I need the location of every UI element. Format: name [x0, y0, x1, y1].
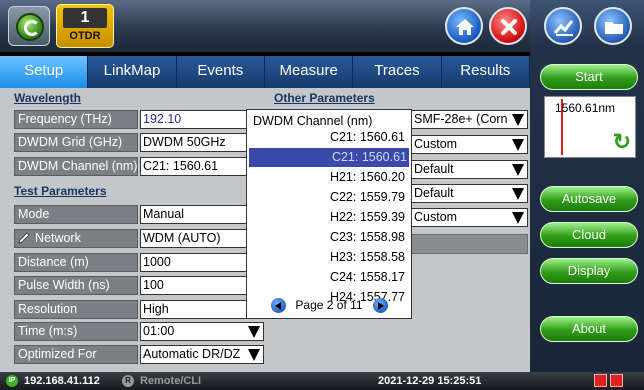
- right-sidebar: Start 1560.61nm ↻ Autosave Cloud Display…: [530, 0, 644, 372]
- dwdm-grid-label: DWDM Grid (GHz): [14, 133, 138, 152]
- dropdown-arrow-icon: [512, 212, 524, 224]
- tab-bar: Setup LinkMap Events Measure Traces Resu…: [0, 56, 530, 88]
- remote-status: Remote/CLI: [140, 375, 202, 387]
- popup-option[interactable]: C23: 1558.98: [249, 228, 407, 247]
- dropdown-arrow-icon: [512, 139, 524, 151]
- previous-page-icon[interactable]: [271, 298, 286, 313]
- module-label: OTDR: [69, 30, 101, 42]
- tab-events[interactable]: Events: [177, 56, 265, 88]
- other-param-dropdown-5[interactable]: Custom: [411, 208, 528, 227]
- about-button[interactable]: About: [540, 316, 638, 342]
- network-label: Network: [35, 231, 81, 245]
- dwdm-channel-popup[interactable]: DWDM Channel (nm) C21: 1560.61 C21: 1560…: [246, 109, 412, 319]
- dropdown-arrow-icon: [248, 349, 260, 361]
- tab-traces[interactable]: Traces: [353, 56, 442, 88]
- other-param-dropdown-2[interactable]: Custom: [411, 135, 528, 154]
- other-param-value-4: Default: [414, 186, 454, 200]
- fiber-type-dropdown[interactable]: SMF-28e+ (Corn: [411, 110, 528, 129]
- popup-current-value[interactable]: C21: 1560.61: [249, 128, 407, 147]
- status-bar: IP 192.168.41.112 R Remote/CLI 2021-12-2…: [0, 372, 644, 390]
- autosave-button[interactable]: Autosave: [540, 186, 638, 212]
- time-label: Time (m:s): [14, 322, 138, 341]
- popup-option-selected[interactable]: C21: 1560.61: [249, 148, 409, 167]
- alert-icon: [610, 374, 623, 387]
- start-button[interactable]: Start: [540, 64, 638, 90]
- optimized-for-dropdown[interactable]: Automatic DR/DZ: [140, 345, 264, 364]
- close-button[interactable]: [489, 7, 527, 45]
- battery-icon: [594, 374, 607, 387]
- graph-icon: [553, 20, 574, 36]
- cloud-button[interactable]: Cloud: [540, 222, 638, 248]
- popup-option[interactable]: H23: 1558.58: [249, 248, 407, 267]
- preview-wavelength: 1560.61nm: [555, 101, 616, 115]
- folder-button[interactable]: [594, 7, 632, 45]
- home-icon: [456, 19, 474, 35]
- popup-option[interactable]: H22: 1559.39: [249, 208, 407, 227]
- tab-setup[interactable]: Setup: [0, 56, 89, 88]
- tab-linkmap[interactable]: LinkMap: [88, 56, 177, 88]
- module-number: 1: [63, 8, 107, 28]
- other-param-disabled-field: [411, 234, 528, 254]
- remote-status-icon: R: [122, 375, 134, 387]
- popup-option[interactable]: C24: 1558.17: [249, 268, 407, 287]
- other-param-value-2: Custom: [414, 137, 458, 151]
- tab-results[interactable]: Results: [442, 56, 530, 88]
- dropdown-arrow-icon: [248, 326, 260, 338]
- network-status-icon: IP: [6, 375, 18, 387]
- next-page-icon[interactable]: [373, 298, 388, 313]
- frequency-label: Frequency (THz): [14, 110, 138, 129]
- optimized-for-label: Optimized For: [14, 345, 138, 364]
- time-dropdown[interactable]: 01:00: [140, 322, 264, 341]
- popup-pager: Page 2 of 11: [247, 296, 411, 314]
- other-param-value-5: Custom: [414, 210, 458, 224]
- other-param-dropdown-4[interactable]: Default: [411, 184, 528, 203]
- other-parameters-section-title: Other Parameters: [274, 91, 375, 105]
- app-logo-button[interactable]: [8, 6, 50, 46]
- folder-icon: [605, 22, 623, 34]
- close-icon: [501, 19, 517, 35]
- popup-title: DWDM Channel (nm): [253, 114, 373, 128]
- optimized-for-value: Automatic DR/DZ: [143, 347, 241, 361]
- page-indicator: Page 2 of 11: [295, 298, 363, 312]
- mode-label: Mode: [14, 205, 138, 224]
- test-parameters-section-title: Test Parameters: [14, 184, 107, 198]
- dropdown-arrow-icon: [512, 164, 524, 176]
- refresh-icon[interactable]: ↻: [613, 131, 631, 153]
- module-tab-otdr[interactable]: 1 OTDR: [56, 4, 114, 48]
- dropdown-arrow-icon: [512, 188, 524, 200]
- ip-address: 192.168.41.112: [24, 375, 100, 387]
- fiber-type-value: SMF-28e+ (Corn: [414, 112, 508, 126]
- other-param-value-3: Default: [414, 162, 454, 176]
- tab-measure[interactable]: Measure: [265, 56, 354, 88]
- distance-label: Distance (m): [14, 253, 138, 272]
- edit-pencil-icon[interactable]: [17, 231, 31, 245]
- trace-preview[interactable]: 1560.61nm ↻: [544, 96, 636, 158]
- pulse-width-label: Pulse Width (ns): [14, 276, 138, 295]
- display-button[interactable]: Display: [540, 258, 638, 284]
- top-bar: 1 OTDR: [0, 0, 530, 52]
- dwdm-channel-label: DWDM Channel (nm): [14, 157, 138, 176]
- power-icon: [16, 13, 44, 41]
- network-label-cell[interactable]: Network: [14, 229, 138, 248]
- home-button[interactable]: [445, 7, 483, 45]
- graph-button[interactable]: [544, 7, 582, 45]
- other-param-dropdown-3[interactable]: Default: [411, 160, 528, 179]
- popup-option[interactable]: H21: 1560.20: [249, 168, 407, 187]
- popup-option[interactable]: C22: 1559.79: [249, 188, 407, 207]
- wavelength-section-title: Wavelength: [14, 91, 81, 105]
- dropdown-arrow-icon: [512, 114, 524, 126]
- resolution-label: Resolution: [14, 300, 138, 319]
- time-value: 01:00: [143, 324, 175, 338]
- datetime: 2021-12-29 15:25:51: [378, 375, 482, 387]
